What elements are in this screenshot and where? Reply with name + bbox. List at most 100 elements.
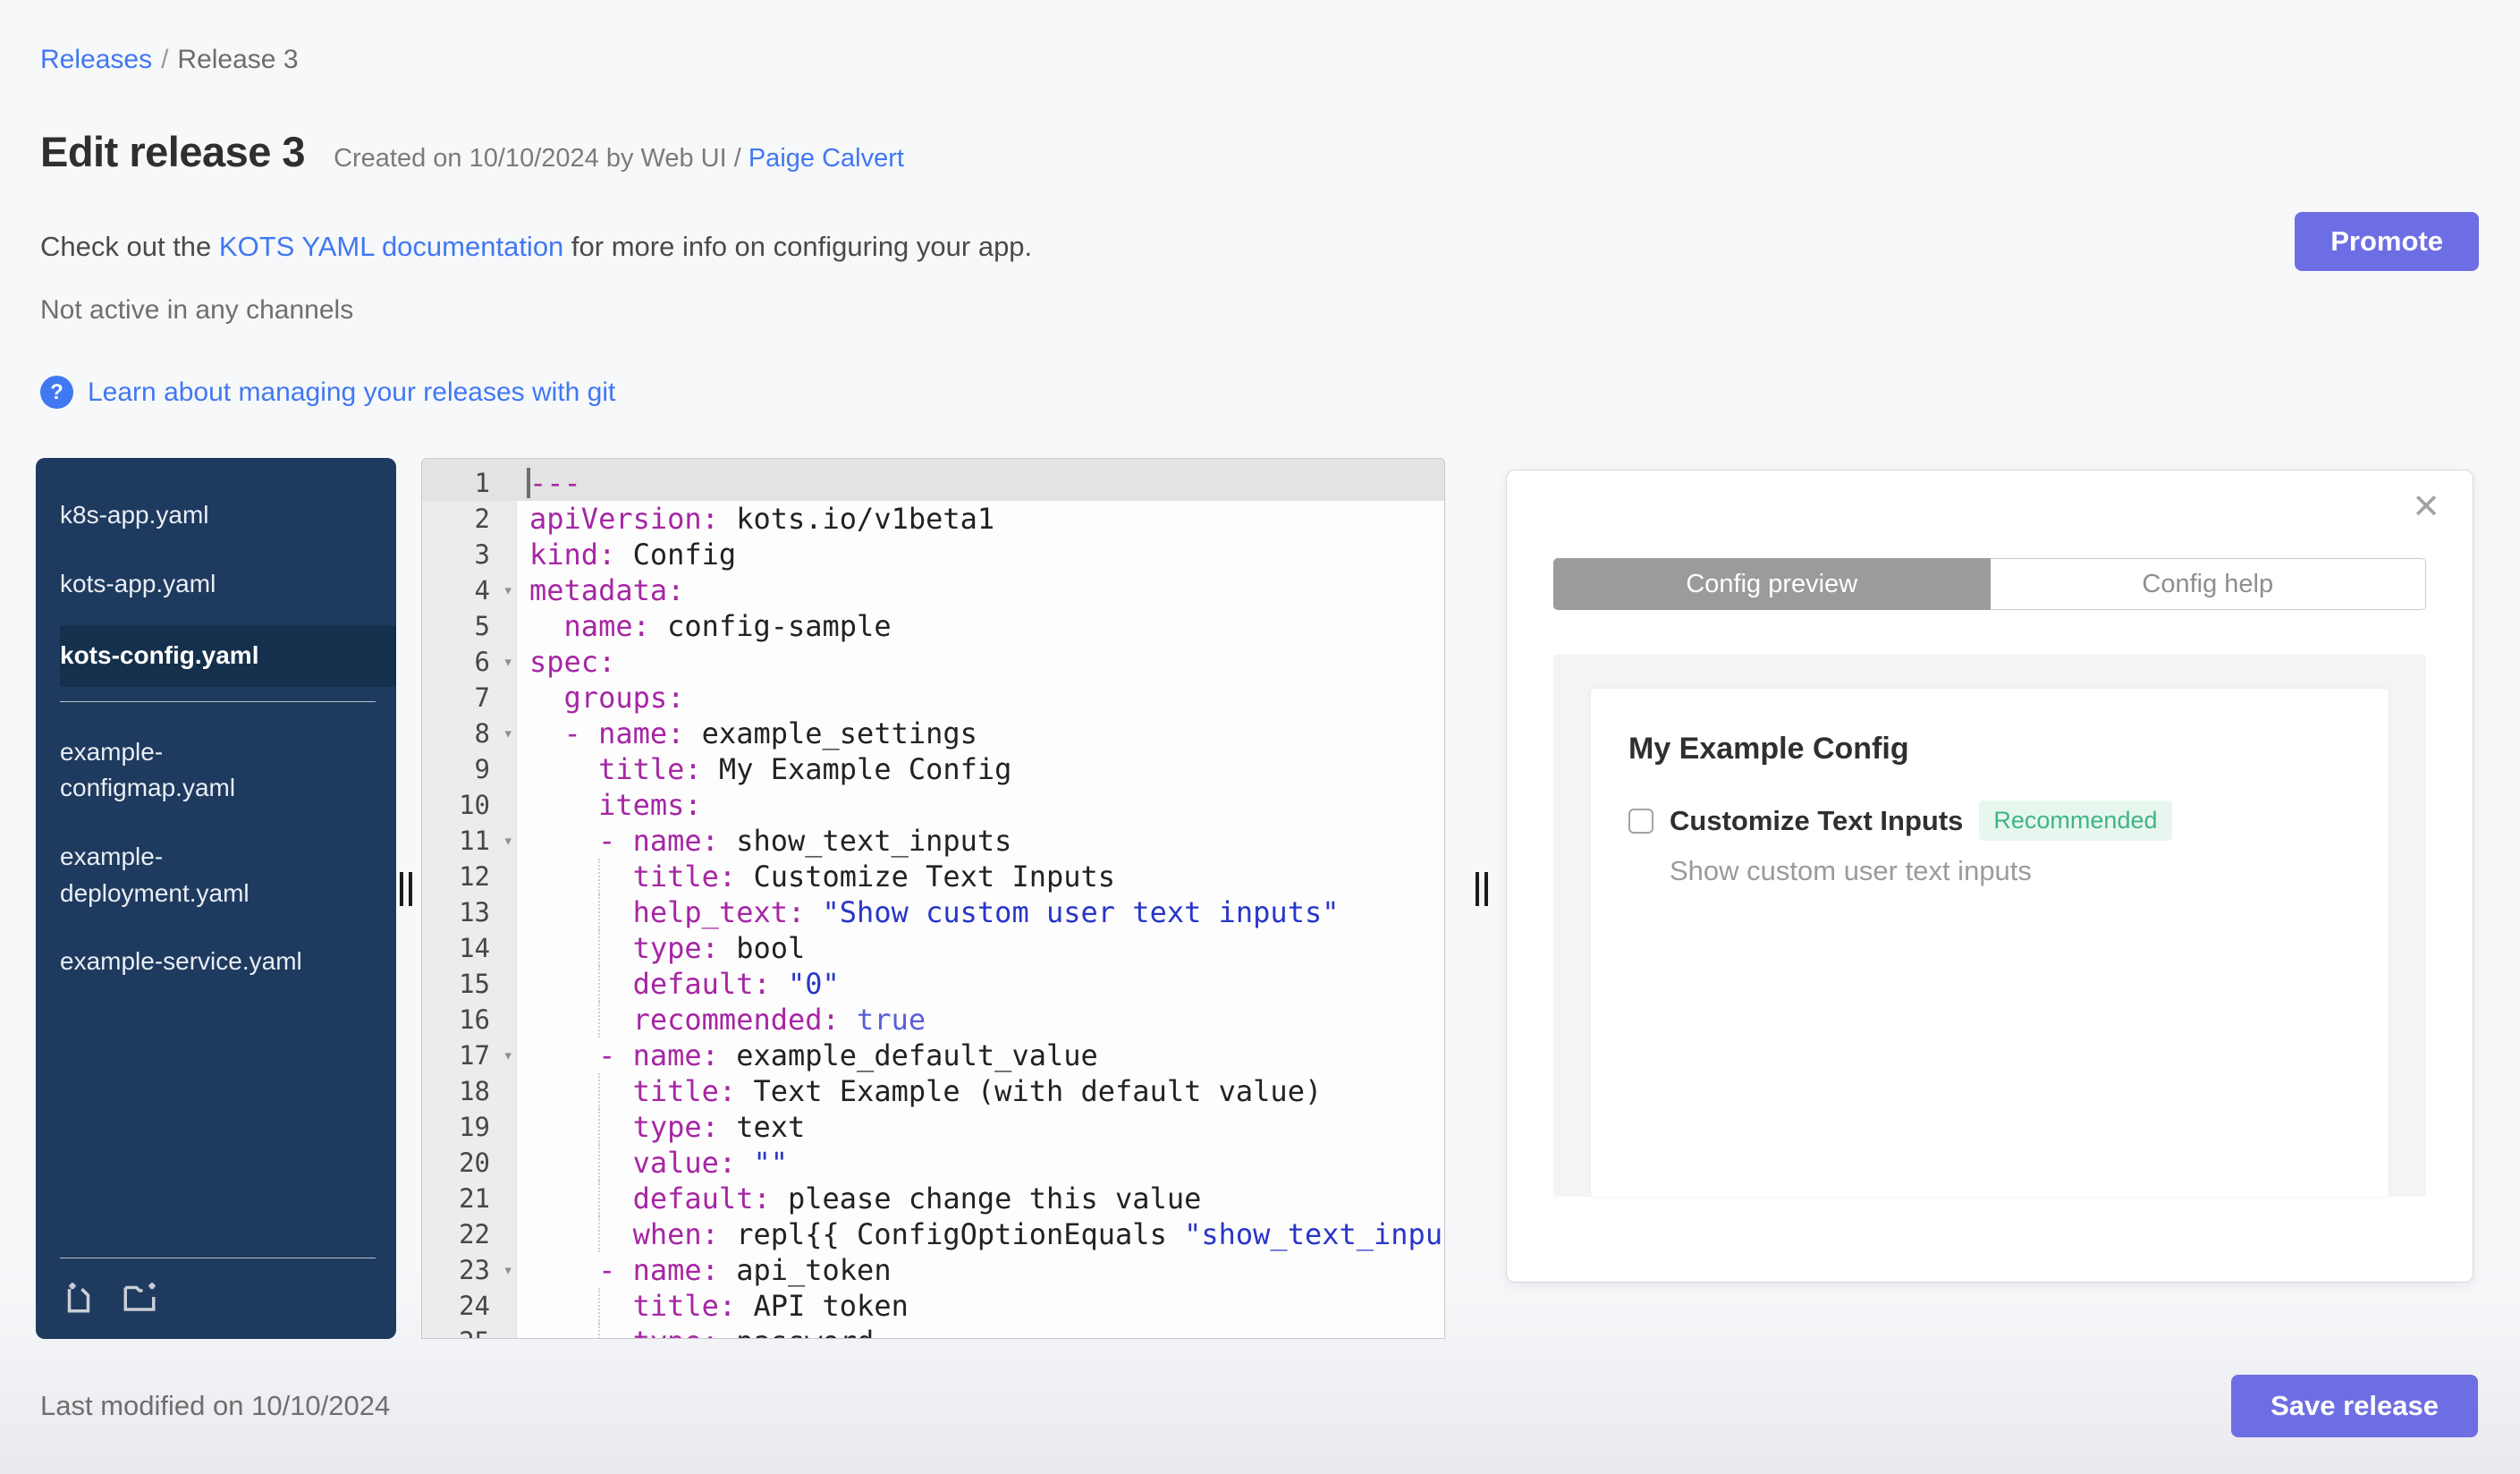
editor-line-15[interactable]: 15 default: "0" — [422, 966, 1444, 1002]
docs-post: for more info on configuring your app. — [563, 231, 1033, 262]
line-number: 22 — [459, 1219, 490, 1250]
code-text[interactable]: when: repl{{ ConfigOptionEquals "show_te… — [517, 1216, 1444, 1252]
recommended-badge: Recommended — [1979, 801, 2172, 841]
editor-line-24[interactable]: 24 title: API token — [422, 1288, 1444, 1324]
line-number: 24 — [459, 1291, 490, 1321]
editor-line-23[interactable]: 23 ▾ - name: api_token — [422, 1252, 1444, 1288]
editor-line-6[interactable]: 6 ▾ spec: — [422, 644, 1444, 680]
editor-line-17[interactable]: 17 ▾ - name: example_default_value — [422, 1038, 1444, 1073]
editor-line-1[interactable]: 1 --- — [422, 459, 1444, 501]
code-text[interactable]: value: "" — [517, 1145, 1444, 1181]
indent-guide — [598, 1324, 600, 1338]
editor-line-13[interactable]: 13 help_text: "Show custom user text inp… — [422, 894, 1444, 930]
code-text[interactable]: kind: Config — [517, 537, 1444, 572]
fold-arrow-icon[interactable]: ▾ — [503, 716, 513, 751]
line-number: 6 ▾ — [422, 644, 517, 680]
editor-line-19[interactable]: 19 type: text — [422, 1109, 1444, 1145]
editor-line-8[interactable]: 8 ▾ - name: example_settings — [422, 716, 1444, 751]
editor-line-11[interactable]: 11 ▾ - name: show_text_inputs — [422, 823, 1444, 859]
kots-docs-link[interactable]: KOTS YAML documentation — [219, 231, 563, 262]
fold-arrow-icon[interactable]: ▾ — [503, 823, 513, 859]
line-number: 15 — [459, 969, 490, 999]
new-file-icon[interactable] — [60, 1278, 97, 1316]
editor-line-5[interactable]: 5 name: config-sample — [422, 608, 1444, 644]
editor-line-18[interactable]: 18 title: Text Example (with default val… — [422, 1073, 1444, 1109]
editor-line-9[interactable]: 9 title: My Example Config — [422, 751, 1444, 787]
editor-line-14[interactable]: 14 type: bool — [422, 930, 1444, 966]
code-text[interactable]: items: — [517, 787, 1444, 823]
sidebar-item-kots-config.yaml[interactable]: kots-config.yaml — [60, 625, 396, 687]
code-text[interactable]: title: API token — [517, 1288, 1444, 1324]
indent-guide — [598, 1288, 600, 1324]
code-text[interactable]: - name: example_default_value — [517, 1038, 1444, 1073]
sidebar-item-k8s-app.yaml[interactable]: k8s-app.yaml — [36, 488, 396, 543]
author-link[interactable]: Paige Calvert — [748, 144, 904, 173]
breadcrumb-separator: / — [161, 45, 169, 74]
code-text[interactable]: name: config-sample — [517, 608, 1444, 644]
code-text[interactable]: recommended: true — [517, 1002, 1444, 1038]
tab-config-preview[interactable]: Config preview — [1553, 558, 1991, 610]
editor-line-4[interactable]: 4 ▾ metadata: — [422, 572, 1444, 608]
sidebar-file-list-bottom: example-configmap.yaml example-deployment… — [36, 725, 396, 1004]
new-folder-icon[interactable] — [121, 1278, 158, 1316]
sidebar-item-example-configmap.yaml[interactable]: example-configmap.yaml — [36, 725, 396, 816]
line-number: 20 — [459, 1148, 490, 1178]
fold-arrow-icon[interactable]: ▾ — [503, 644, 513, 680]
fold-arrow-icon[interactable]: ▾ — [503, 1038, 513, 1073]
code-text[interactable]: groups: — [517, 680, 1444, 716]
code-text[interactable]: - name: example_settings — [517, 716, 1444, 751]
save-release-button[interactable]: Save release — [2231, 1375, 2478, 1437]
tab-config-help[interactable]: Config help — [1990, 558, 2426, 610]
yaml-editor[interactable]: 1 --- 2 apiVersion: kots.io/v1beta1 3 kind: C… — [421, 458, 1445, 1339]
breadcrumb-releases-link[interactable]: Releases — [40, 45, 152, 74]
line-number: 17 ▾ — [422, 1038, 517, 1073]
code-text[interactable]: apiVersion: kots.io/v1beta1 — [517, 501, 1444, 537]
created-text: Created on 10/10/2024 by Web UI / — [334, 144, 741, 173]
breadcrumb: Releases / Release 3 — [40, 45, 299, 75]
sidebar-item-example-service.yaml[interactable]: example-service.yaml — [36, 935, 396, 989]
config-checkbox[interactable] — [1628, 808, 1653, 834]
editor-line-7[interactable]: 7 groups: — [422, 680, 1444, 716]
indent-guide — [598, 1216, 600, 1252]
editor-line-3[interactable]: 3 kind: Config — [422, 537, 1444, 572]
close-icon[interactable]: ✕ — [2412, 490, 2440, 524]
panel-resize-handle[interactable] — [1476, 872, 1488, 906]
code-text[interactable]: title: Text Example (with default value) — [517, 1073, 1444, 1109]
fold-arrow-icon[interactable]: ▾ — [503, 572, 513, 608]
breadcrumb-current: Release 3 — [177, 45, 299, 74]
line-number: 11 ▾ — [422, 823, 517, 859]
promote-button[interactable]: Promote — [2295, 212, 2479, 271]
code-text[interactable]: default: please change this value — [517, 1181, 1444, 1216]
editor-line-21[interactable]: 21 default: please change this value — [422, 1181, 1444, 1216]
indent-guide — [598, 1073, 600, 1109]
editor-line-2[interactable]: 2 apiVersion: kots.io/v1beta1 — [422, 501, 1444, 537]
editor-line-20[interactable]: 20 value: "" — [422, 1145, 1444, 1181]
code-text[interactable]: help_text: "Show custom user text inputs… — [517, 894, 1444, 930]
config-item-help: Show custom user text inputs — [1670, 855, 2032, 886]
code-text[interactable]: --- — [517, 465, 1444, 501]
code-text[interactable]: title: My Example Config — [517, 751, 1444, 787]
editor-line-12[interactable]: 12 title: Customize Text Inputs — [422, 859, 1444, 894]
fold-arrow-icon[interactable]: ▾ — [503, 1252, 513, 1288]
editor-line-16[interactable]: 16 recommended: true — [422, 1002, 1444, 1038]
code-text[interactable]: default: "0" — [517, 966, 1444, 1002]
code-text[interactable]: type: password — [517, 1324, 1444, 1338]
code-text[interactable]: spec: — [517, 644, 1444, 680]
code-text[interactable]: - name: api_token — [517, 1252, 1444, 1288]
editor-line-22[interactable]: 22 when: repl{{ ConfigOptionEquals "show… — [422, 1216, 1444, 1252]
sidebar-resize-handle[interactable] — [400, 872, 412, 906]
sidebar-item-example-deployment.yaml[interactable]: example-deployment.yaml — [36, 830, 396, 920]
last-modified-text: Last modified on 10/10/2024 — [40, 1390, 391, 1421]
sidebar-item-kots-app.yaml[interactable]: kots-app.yaml — [36, 557, 396, 612]
code-text[interactable]: metadata: — [517, 572, 1444, 608]
preview-background: My Example Config Customize Text Inputs … — [1553, 655, 2426, 1197]
code-text[interactable]: - name: show_text_inputs — [517, 823, 1444, 859]
editor-line-25[interactable]: 25 type: password — [422, 1324, 1444, 1338]
line-number: 8 ▾ — [422, 716, 517, 751]
editor-line-10[interactable]: 10 items: — [422, 787, 1444, 823]
code-text[interactable]: type: bool — [517, 930, 1444, 966]
code-text[interactable]: type: text — [517, 1109, 1444, 1145]
code-text[interactable]: title: Customize Text Inputs — [517, 859, 1444, 894]
git-help-link[interactable]: Learn about managing your releases with … — [88, 377, 615, 408]
